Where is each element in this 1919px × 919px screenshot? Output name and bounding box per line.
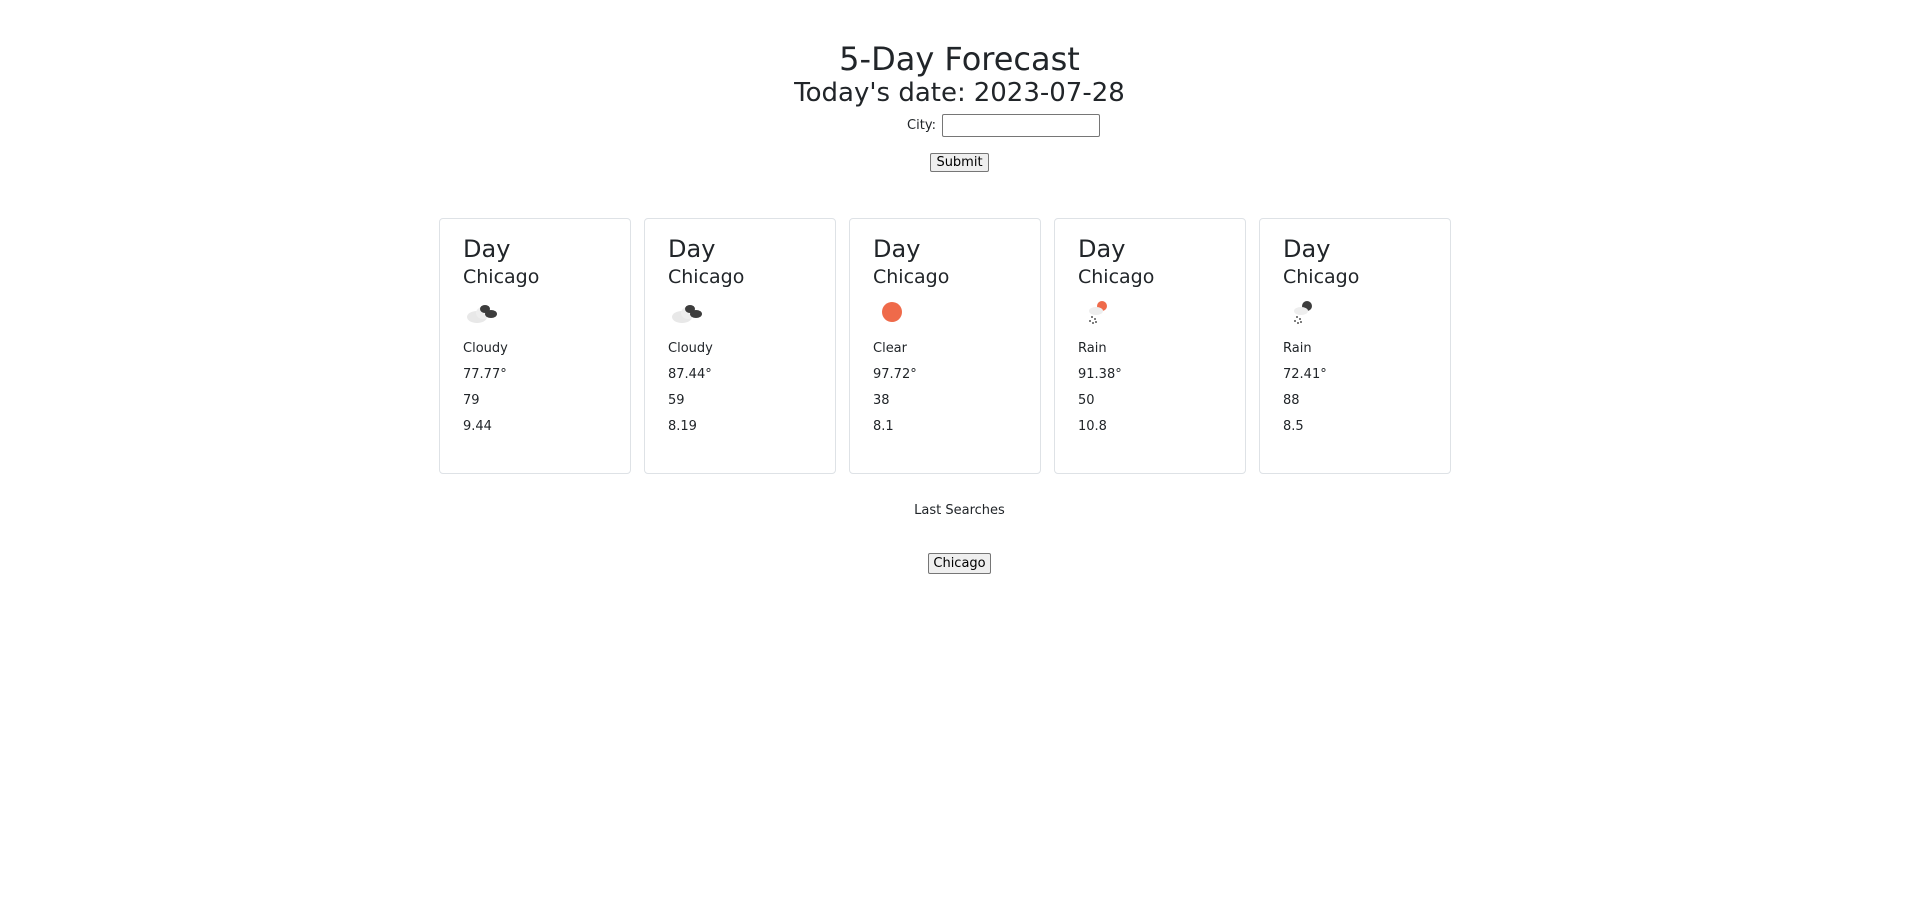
- card-city: Chicago: [1078, 266, 1155, 288]
- submit-row: Submit: [0, 151, 1919, 172]
- card-wind: 9.44: [463, 419, 492, 434]
- forecast-card: Day Chicago Rain 91.38° 50 10.8: [1054, 218, 1246, 474]
- card-city: Chicago: [463, 266, 540, 288]
- city-form: City:: [0, 114, 1919, 137]
- card-humidity: 88: [1283, 393, 1300, 408]
- cloudy-icon: [672, 305, 702, 323]
- card-city: Chicago: [873, 266, 950, 288]
- card-day: Day: [1078, 235, 1126, 263]
- page-title: 5-Day Forecast: [839, 40, 1080, 78]
- forecast-card: Day Chicago Clear 97.72° 38 8.1: [849, 218, 1041, 474]
- card-condition: Cloudy: [668, 341, 713, 356]
- forecast-card: Day Chicago Cloudy 87.44° 59 8.19: [644, 218, 836, 474]
- history-button-chicago[interactable]: Chicago: [928, 553, 991, 574]
- card-condition: Clear: [873, 341, 907, 356]
- forecast-cards: Day Chicago Cloudy 77.77° 79 9.44 Day Ch…: [439, 218, 1451, 474]
- card-wind: 8.19: [668, 419, 697, 434]
- card-humidity: 38: [873, 393, 890, 408]
- last-searches-heading: Last Searches: [914, 503, 1005, 518]
- card-temp: 87.44°: [668, 367, 712, 382]
- card-wind: 10.8: [1078, 419, 1107, 434]
- forecast-card: Day Chicago Cloudy 77.77° 79 9.44: [439, 218, 631, 474]
- cloudy-icon: [467, 305, 497, 323]
- card-wind: 8.5: [1283, 419, 1304, 434]
- card-wind: 8.1: [873, 419, 894, 434]
- card-humidity: 59: [668, 393, 685, 408]
- submit-button[interactable]: Submit: [930, 153, 989, 172]
- forecast-card: Day Chicago Rain 72.41° 88 8.5: [1259, 218, 1451, 474]
- card-temp: 97.72°: [873, 367, 917, 382]
- card-condition: Rain: [1078, 341, 1107, 356]
- card-temp: 91.38°: [1078, 367, 1122, 382]
- forecast-page: 5-Day Forecast Today's date: 2023-07-28 C…: [0, 0, 1919, 919]
- rain-icon: [1294, 301, 1312, 324]
- city-input[interactable]: [941, 114, 1100, 137]
- card-day: Day: [1283, 235, 1331, 263]
- card-day: Day: [873, 235, 921, 263]
- card-temp: 72.41°: [1283, 367, 1327, 382]
- card-condition: Rain: [1283, 341, 1312, 356]
- card-day: Day: [668, 235, 716, 263]
- search-history: Chicago: [0, 552, 1919, 574]
- rain-sun-icon: [1089, 301, 1107, 324]
- card-temp: 77.77°: [463, 367, 507, 382]
- date-label: Today's date:: [794, 78, 966, 108]
- sun-icon: [882, 302, 902, 322]
- card-day: Day: [463, 235, 511, 263]
- card-city: Chicago: [668, 266, 745, 288]
- card-humidity: 50: [1078, 393, 1095, 408]
- header: 5-Day Forecast Today's date: 2023-07-28 C…: [0, 0, 1919, 172]
- todays-date: Today's date: 2023-07-28: [0, 78, 1919, 108]
- date-value: 2023-07-28: [973, 78, 1125, 108]
- card-humidity: 79: [463, 393, 480, 408]
- city-label: City:: [907, 118, 936, 133]
- card-city: Chicago: [1283, 266, 1360, 288]
- card-condition: Cloudy: [463, 341, 508, 356]
